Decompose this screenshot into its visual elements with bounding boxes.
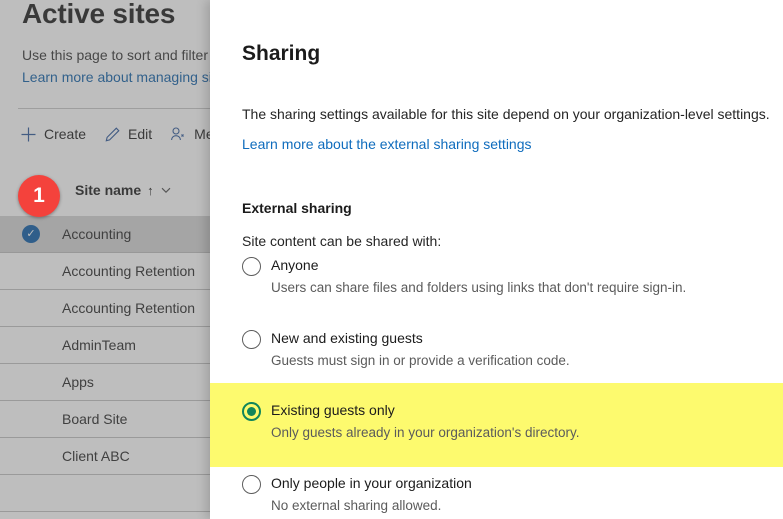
table-row[interactable]: Board Site xyxy=(0,401,220,438)
radio-option-existing-guests-only[interactable]: Existing guests only Only guests already… xyxy=(242,401,762,442)
check-icon: ✓ xyxy=(22,225,40,243)
create-button[interactable]: Create xyxy=(20,126,86,143)
sort-ascending-icon: ↑ xyxy=(147,182,154,198)
sharing-panel: Sharing The sharing settings available f… xyxy=(210,0,783,519)
step-badge-1: 1 xyxy=(18,175,60,217)
radio-help-text: Guests must sign in or provide a verific… xyxy=(271,353,570,368)
create-label: Create xyxy=(44,126,87,142)
share-with-label: Site content can be shared with: xyxy=(242,233,442,249)
panel-description: The sharing settings available for this … xyxy=(242,106,770,122)
site-name: Accounting Retention xyxy=(62,263,196,279)
table-row[interactable]: AdminTeam xyxy=(0,327,220,364)
radio-option-anyone[interactable]: Anyone Users can share files and folders… xyxy=(242,256,762,297)
radio-icon-checked[interactable] xyxy=(242,402,261,421)
table-row[interactable]: Accounting Retention xyxy=(0,290,220,327)
page-title: Active sites xyxy=(22,0,176,29)
page-description: Use this page to sort and filter s xyxy=(22,47,219,63)
external-sharing-heading: External sharing xyxy=(242,200,352,216)
pencil-icon xyxy=(104,126,121,143)
radio-help-text: Only guests already in your organization… xyxy=(271,425,580,440)
radio-option-new-and-existing-guests[interactable]: New and existing guests Guests must sign… xyxy=(242,329,762,370)
membership-button[interactable]: Me xyxy=(170,126,214,143)
radio-help-text: No external sharing allowed. xyxy=(271,498,442,513)
site-name: AdminTeam xyxy=(62,337,136,353)
plus-icon xyxy=(20,126,37,143)
radio-label: New and existing guests xyxy=(271,330,423,346)
command-bar: Create Edit Me xyxy=(20,118,214,150)
radio-icon-unchecked[interactable] xyxy=(242,257,261,276)
site-name: Apps xyxy=(62,374,94,390)
screenshot-root: Active sites Use this page to sort and f… xyxy=(0,0,783,519)
column-header-label: Site name xyxy=(75,182,142,198)
radio-option-only-people-in-organization[interactable]: Only people in your organization No exte… xyxy=(242,474,762,515)
site-name: Client ABC xyxy=(62,448,130,464)
column-header-site-name[interactable]: Site name ↑ xyxy=(75,182,172,198)
table-row[interactable] xyxy=(0,475,220,512)
table-row[interactable]: Apps xyxy=(0,364,220,401)
site-name: Accounting Retention xyxy=(62,300,196,316)
radio-icon-unchecked[interactable] xyxy=(242,330,261,349)
edit-label: Edit xyxy=(128,126,153,142)
radio-label: Existing guests only xyxy=(271,402,395,418)
table-row[interactable]: Client ABC xyxy=(0,438,220,475)
chevron-down-icon[interactable] xyxy=(160,184,172,196)
external-sharing-settings-link[interactable]: Learn more about the external sharing se… xyxy=(242,136,532,152)
panel-title: Sharing xyxy=(242,42,321,65)
radio-label: Anyone xyxy=(271,257,319,273)
table-row[interactable]: Accounting Retention xyxy=(0,253,220,290)
members-icon xyxy=(170,126,187,143)
radio-label: Only people in your organization xyxy=(271,475,472,491)
site-name: Accounting xyxy=(62,226,132,242)
radio-icon-unchecked[interactable] xyxy=(242,475,261,494)
radio-help-text: Users can share files and folders using … xyxy=(271,280,687,295)
row-checkbox-checked[interactable]: ✓ xyxy=(0,225,62,243)
managing-sites-link[interactable]: Learn more about managing sit xyxy=(22,69,216,85)
edit-button[interactable]: Edit xyxy=(104,126,152,143)
step-badge-number: 1 xyxy=(33,184,45,207)
table-row[interactable]: ✓ Accounting xyxy=(0,216,220,253)
site-name: Board Site xyxy=(62,411,128,427)
